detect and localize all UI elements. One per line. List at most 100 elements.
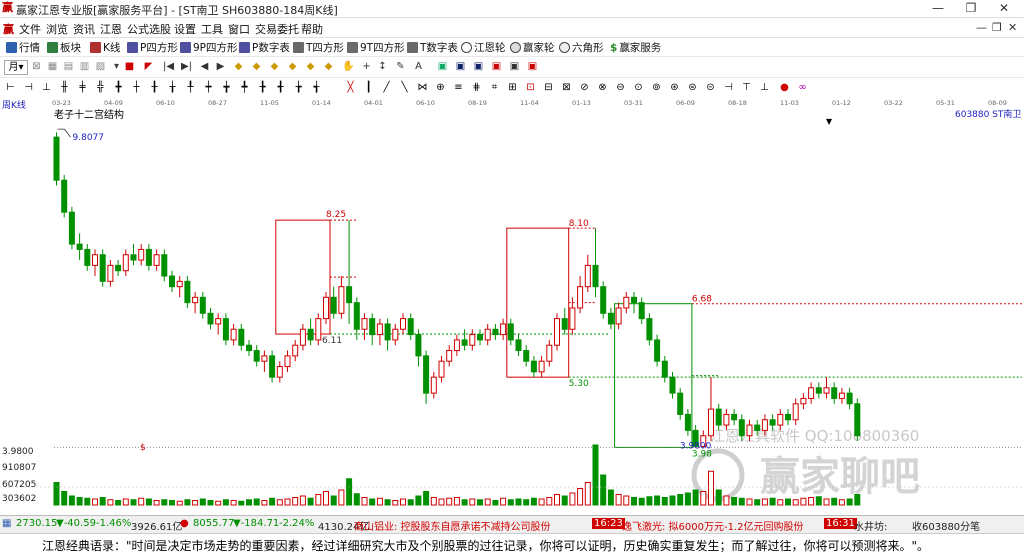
tool-20-icon[interactable]: ┃ — [362, 81, 375, 94]
mdi-close-button[interactable]: ✕ — [1008, 21, 1017, 34]
period-dropdown[interactable]: 月▾ — [4, 60, 28, 75]
tool-5-icon[interactable]: ╪ — [76, 81, 89, 94]
tool-11-icon[interactable]: ╀ — [184, 81, 197, 94]
diamond3-icon[interactable]: ◆ — [268, 60, 281, 73]
news-ticker-2[interactable]: 逸飞激光: 拟6000万元-1.2亿元回购股份 — [622, 518, 804, 533]
tb-winner-wheel-button[interactable]: 赢家轮 — [510, 40, 555, 55]
menu-tools[interactable]: 工具 — [201, 21, 223, 37]
color-icon[interactable]: ◤ — [142, 60, 155, 73]
tool-27-icon[interactable]: ⌗ — [488, 81, 501, 94]
tool-31-icon[interactable]: ⊠ — [560, 81, 573, 94]
tool-9-icon[interactable]: ╂ — [148, 81, 161, 94]
maximize-button[interactable]: ❐ — [955, 0, 987, 17]
tool-13-icon[interactable]: ╈ — [220, 81, 233, 94]
tb-9psquare-button[interactable]: 9P四方形 — [180, 40, 238, 55]
tool-43-icon[interactable]: ● — [778, 81, 791, 94]
menu-info[interactable]: 资讯 — [73, 21, 95, 37]
tool-29-icon[interactable]: ⊡ — [524, 81, 537, 94]
tool-32-icon[interactable]: ⊘ — [578, 81, 591, 94]
tool-41-icon[interactable]: ⊤ — [740, 81, 753, 94]
tool-39-icon[interactable]: ⊝ — [704, 81, 717, 94]
tool-25-icon[interactable]: ≡ — [452, 81, 465, 94]
line-icon[interactable]: ↕ — [376, 60, 389, 73]
window6-icon[interactable]: ▣ — [526, 60, 539, 73]
menu-file[interactable]: 文件 — [19, 21, 41, 37]
tool-30-icon[interactable]: ⊟ — [542, 81, 555, 94]
minus-icon[interactable]: ▾ — [110, 60, 123, 73]
tool-37-icon[interactable]: ⊛ — [668, 81, 681, 94]
news-ticker-3[interactable]: 水井坊: — [854, 518, 887, 533]
mdi-minimize-button[interactable]: — — [976, 21, 987, 34]
tool-19-icon[interactable]: ╳ — [344, 81, 357, 94]
window4-icon[interactable]: ▣ — [490, 60, 503, 73]
sh-index-value[interactable]: 2730.15 — [16, 518, 57, 529]
pen-icon[interactable]: ✎ — [394, 60, 407, 73]
kline-chart[interactable]: 03-23 04-09 06-10 08-27 11-05 01-14 04-01 06-10… — [0, 97, 1024, 515]
tool-1-icon[interactable]: ⊢ — [4, 81, 17, 94]
cursor-icon[interactable]: ⊠ — [30, 60, 43, 73]
menu-formula[interactable]: 公式选股 — [127, 21, 171, 37]
cross-icon[interactable]: + — [360, 60, 373, 73]
tool-33-icon[interactable]: ⊗ — [596, 81, 609, 94]
tb-ptable-button[interactable]: P数字表 — [239, 40, 290, 55]
tb-quotes-button[interactable]: 行情 — [6, 40, 40, 55]
chart-icon[interactable]: ▨ — [94, 60, 107, 73]
tool-23-icon[interactable]: ⋈ — [416, 81, 429, 94]
tool-8-icon[interactable]: ┼ — [130, 81, 143, 94]
tb-kline-button[interactable]: K线 — [90, 40, 120, 55]
diamond2-icon[interactable]: ◆ — [250, 60, 263, 73]
diamond6-icon[interactable]: ◆ — [322, 60, 335, 73]
sz-index-value[interactable]: 8055.77 — [193, 518, 234, 529]
minimize-button[interactable]: — — [922, 0, 954, 17]
tool-44-icon[interactable]: ∞ — [796, 81, 809, 94]
tool-14-icon[interactable]: ╇ — [238, 81, 251, 94]
prev-icon[interactable]: ◀ — [198, 60, 211, 73]
bars-icon[interactable]: ▥ — [78, 60, 91, 73]
tool-2-icon[interactable]: ⊣ — [22, 81, 35, 94]
menu-gann[interactable]: 江恩 — [100, 21, 122, 37]
news-ticker-1[interactable]: 南山铝业: 控股股东自愿承诺不减持公司股份 — [354, 518, 551, 533]
tool-7-icon[interactable]: ╋ — [112, 81, 125, 94]
tool-15-icon[interactable]: ╊ — [256, 81, 269, 94]
tb-gann-wheel-button[interactable]: 江恩轮 — [461, 40, 506, 55]
diamond1-icon[interactable]: ◆ — [232, 60, 245, 73]
next-icon[interactable]: ▶ — [214, 60, 227, 73]
tb-hexagon-button[interactable]: 六角形 — [559, 40, 604, 55]
tb-9tsquare-button[interactable]: 9T四方形 — [347, 40, 405, 55]
close-button[interactable]: ✕ — [988, 0, 1020, 17]
last-icon[interactable]: ▶| — [180, 60, 193, 73]
tb-ttable-button[interactable]: T数字表 — [407, 40, 458, 55]
tool-18-icon[interactable]: ╅ — [310, 81, 323, 94]
tool-3-icon[interactable]: ⊥ — [40, 81, 53, 94]
menu-help[interactable]: 帮助 — [301, 21, 323, 37]
diamond4-icon[interactable]: ◆ — [286, 60, 299, 73]
menu-window[interactable]: 窗口 — [228, 21, 250, 37]
menu-trade[interactable]: 交易委托 — [255, 21, 299, 37]
tool-22-icon[interactable]: ╲ — [398, 81, 411, 94]
tb-psquare-button[interactable]: P四方形 — [127, 40, 178, 55]
tool-12-icon[interactable]: ┿ — [202, 81, 215, 94]
tool-40-icon[interactable]: ⊣ — [722, 81, 735, 94]
flag-icon[interactable]: ■ — [123, 60, 136, 73]
window2-icon[interactable]: ▣ — [454, 60, 467, 73]
tool-10-icon[interactable]: ╁ — [166, 81, 179, 94]
tool-6-icon[interactable]: ╬ — [94, 81, 107, 94]
text-icon[interactable]: A — [412, 60, 425, 73]
tool-34-icon[interactable]: ⊖ — [614, 81, 627, 94]
window1-icon[interactable]: ▣ — [436, 60, 449, 73]
tool-16-icon[interactable]: ╉ — [274, 81, 287, 94]
menu-settings[interactable]: 设置 — [174, 21, 196, 37]
list-icon[interactable]: ▤ — [62, 60, 75, 73]
tool-35-icon[interactable]: ⊙ — [632, 81, 645, 94]
menu-browse[interactable]: 浏览 — [46, 21, 68, 37]
window3-icon[interactable]: ▣ — [472, 60, 485, 73]
tool-36-icon[interactable]: ⊚ — [650, 81, 663, 94]
tool-21-icon[interactable]: ╱ — [380, 81, 393, 94]
first-icon[interactable]: |◀ — [162, 60, 175, 73]
mdi-restore-button[interactable]: ❐ — [992, 21, 1002, 34]
tool-24-icon[interactable]: ⊕ — [434, 81, 447, 94]
tool-42-icon[interactable]: ⊥ — [758, 81, 771, 94]
tool-17-icon[interactable]: ╆ — [292, 81, 305, 94]
tb-tsquare-button[interactable]: T四方形 — [293, 40, 344, 55]
hand-icon[interactable]: ✋ — [342, 60, 355, 73]
